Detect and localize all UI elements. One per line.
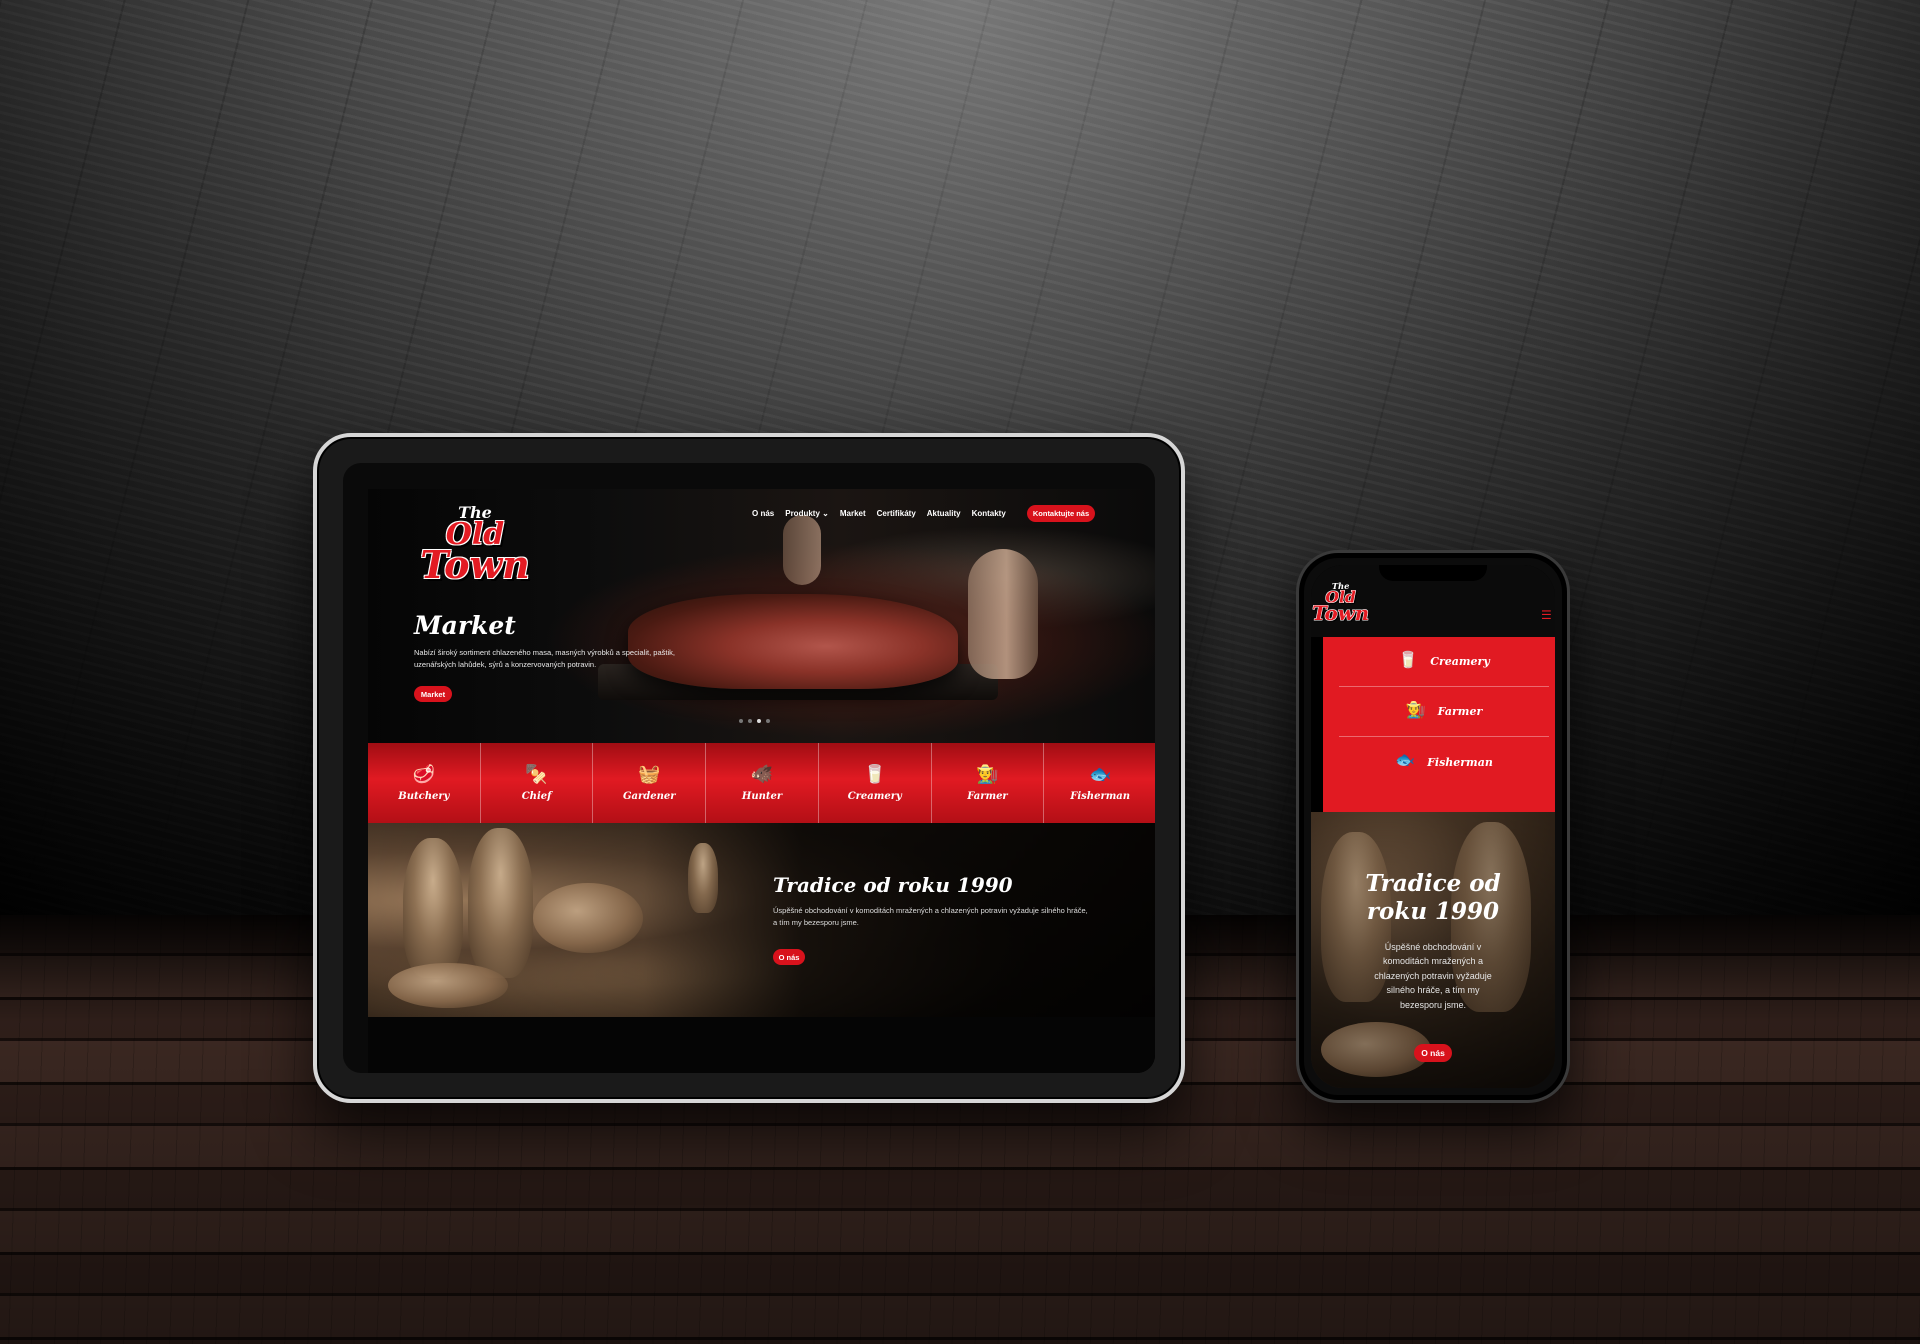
hamburger-menu-icon[interactable]: ☰ (1541, 609, 1555, 621)
hero-slider: The Old Town O nás Produkty ⌄ Market Cer… (368, 489, 1155, 743)
category-chief[interactable]: 🍢 Chief (481, 743, 594, 823)
farmer-icon: 👨‍🌾 (1405, 701, 1426, 719)
basket-icon: 🧺 (638, 763, 661, 784)
main-nav: O nás Produkty ⌄ Market Certifikáty Aktu… (752, 509, 1006, 518)
nav-item-o-nas[interactable]: O nás (752, 509, 774, 518)
meat-icon: 🥩 (412, 763, 436, 784)
vintage-photo-pig (533, 883, 643, 953)
slider-dots (739, 719, 770, 723)
logo-town: Town (1312, 601, 1370, 626)
category-gardener[interactable]: 🧺 Gardener (593, 743, 707, 823)
phone-notch (1379, 565, 1487, 581)
slider-dot[interactable] (748, 719, 752, 723)
category-label: Chief (521, 790, 552, 802)
mobile-category-fisherman[interactable]: 🐟 Fisherman (1339, 737, 1549, 787)
mobile-brand-logo[interactable]: The Old Town (1312, 582, 1369, 623)
hero-text: Nabízí široký sortiment chlazeného masa,… (414, 648, 675, 669)
vintage-photo-woman (468, 828, 533, 978)
category-creamery[interactable]: 🥛 Creamery (819, 743, 932, 823)
mobile-category-creamery[interactable]: 🥛 Creamery (1339, 637, 1549, 687)
nav-item-kontakty[interactable]: Kontakty (972, 509, 1006, 518)
phone-device: The Old Town ☰ 🥛 Creamery 👨‍🌾 Farmer 🐟 F… (1296, 550, 1570, 1103)
hero-market-button[interactable]: Market (414, 686, 452, 702)
hand-image (783, 515, 821, 585)
skewer-icon: 🍢 (525, 763, 548, 784)
slider-dot[interactable] (739, 719, 743, 723)
vintage-photo-produce (388, 963, 508, 1008)
tradition-title: Tradice od roku 1990 (773, 873, 1013, 897)
contact-button[interactable]: Kontaktujte nás (1027, 505, 1095, 522)
tradition-section: Tradice od roku 1990 Úspěšné obchodování… (368, 823, 1155, 1017)
nav-item-market[interactable]: Market (840, 509, 866, 518)
category-butchery[interactable]: 🥩 Butchery (368, 743, 481, 823)
milk-icon: 🥛 (1398, 651, 1419, 669)
slider-dot-active[interactable] (757, 719, 761, 723)
category-label: Creamery (1430, 655, 1490, 668)
tradition-title-line: roku 1990 (1366, 897, 1500, 925)
category-hunter[interactable]: 🐗 Hunter (706, 743, 819, 823)
category-label: Fisherman (1070, 790, 1131, 802)
category-label: Hunter (741, 790, 783, 802)
tablet-device: The Old Town O nás Produkty ⌄ Market Cer… (313, 433, 1185, 1103)
mobile-category-farmer[interactable]: 👨‍🌾 Farmer (1339, 687, 1549, 737)
category-label: Creamery (847, 790, 902, 802)
mobile-tradition-title: Tradice od roku 1990 (1311, 870, 1555, 925)
nav-item-aktuality[interactable]: Aktuality (927, 509, 961, 518)
vintage-photo-woman (403, 838, 463, 978)
category-label: Butchery (398, 790, 450, 802)
steak-image (628, 594, 958, 689)
fish-icon: 🐟 (1088, 763, 1112, 784)
category-strip: 🥩 Butchery 🍢 Chief 🧺 Gardener 🐗 Hunter 🥛 (368, 743, 1155, 823)
tablet-screen: The Old Town O nás Produkty ⌄ Market Cer… (343, 463, 1155, 1073)
vintage-photo-man (688, 843, 718, 913)
category-fisherman[interactable]: 🐟 Fisherman (1044, 743, 1155, 823)
category-label: Farmer (1437, 705, 1483, 718)
farmer-icon: 👨‍🌾 (976, 763, 999, 784)
phone-screen: The Old Town ☰ 🥛 Creamery 👨‍🌾 Farmer 🐟 F… (1311, 565, 1555, 1088)
category-label: Fisherman (1427, 755, 1493, 769)
category-farmer[interactable]: 👨‍🌾 Farmer (932, 743, 1045, 823)
page-bottom (368, 1017, 1155, 1073)
hand-image (968, 549, 1038, 679)
fish-icon: 🐟 (1395, 752, 1416, 769)
nav-item-certifikaty[interactable]: Certifikáty (877, 509, 916, 518)
logo-town: Town (420, 542, 530, 588)
about-button[interactable]: O nás (773, 949, 805, 965)
mobile-tradition-section: Tradice od roku 1990 Úspěšné obchodování… (1311, 812, 1555, 1088)
tradition-title-line: Tradice od (1365, 870, 1501, 897)
mobile-tradition-text: Úspěšné obchodování v komoditách mražený… (1374, 942, 1492, 1010)
boar-icon: 🐗 (750, 763, 774, 784)
milk-icon: 🥛 (863, 763, 886, 784)
tradition-text: Úspěšné obchodování v komoditách mražený… (773, 906, 1088, 927)
brand-logo[interactable]: The Old Town (416, 501, 534, 587)
website-desktop: The Old Town O nás Produkty ⌄ Market Cer… (368, 489, 1155, 1073)
mobile-about-button[interactable]: O nás (1414, 1044, 1452, 1062)
category-label: Gardener (623, 790, 676, 802)
mobile-category-menu: 🥛 Creamery 👨‍🌾 Farmer 🐟 Fisherman (1323, 637, 1555, 812)
slider-dot[interactable] (766, 719, 770, 723)
nav-item-produkty[interactable]: Produkty ⌄ (785, 509, 829, 518)
hero-title: Market (414, 611, 516, 640)
category-label: Farmer (967, 790, 1008, 802)
